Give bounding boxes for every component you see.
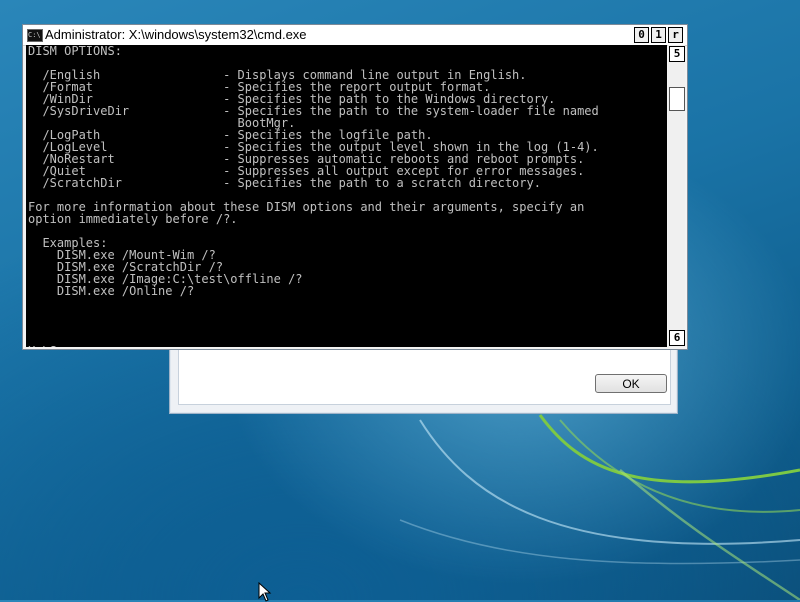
scroll-up-button[interactable]: 5 xyxy=(669,46,685,62)
window-title: Administrator: X:\windows\system32\cmd.e… xyxy=(45,27,307,42)
title-bar[interactable]: C:\ Administrator: X:\windows\system32\c… xyxy=(23,25,687,46)
mouse-pointer-icon xyxy=(258,582,272,602)
ok-button[interactable]: OK xyxy=(595,374,667,393)
console-text: DISM OPTIONS: /English - Displays comman… xyxy=(28,45,599,347)
minimize-button[interactable]: 0 xyxy=(634,27,649,43)
close-button[interactable]: r xyxy=(668,27,683,43)
vertical-scrollbar[interactable]: 5 6 xyxy=(668,45,685,347)
cmd-app-icon: C:\ xyxy=(27,29,43,42)
console-output[interactable]: DISM OPTIONS: /English - Displays comman… xyxy=(26,45,667,347)
scroll-down-button[interactable]: 6 xyxy=(669,330,685,346)
window-controls: 0 1 r xyxy=(634,27,683,43)
scroll-thumb[interactable] xyxy=(669,87,685,111)
cmd-window[interactable]: C:\ Administrator: X:\windows\system32\c… xyxy=(22,24,688,350)
maximize-button[interactable]: 1 xyxy=(651,27,666,43)
